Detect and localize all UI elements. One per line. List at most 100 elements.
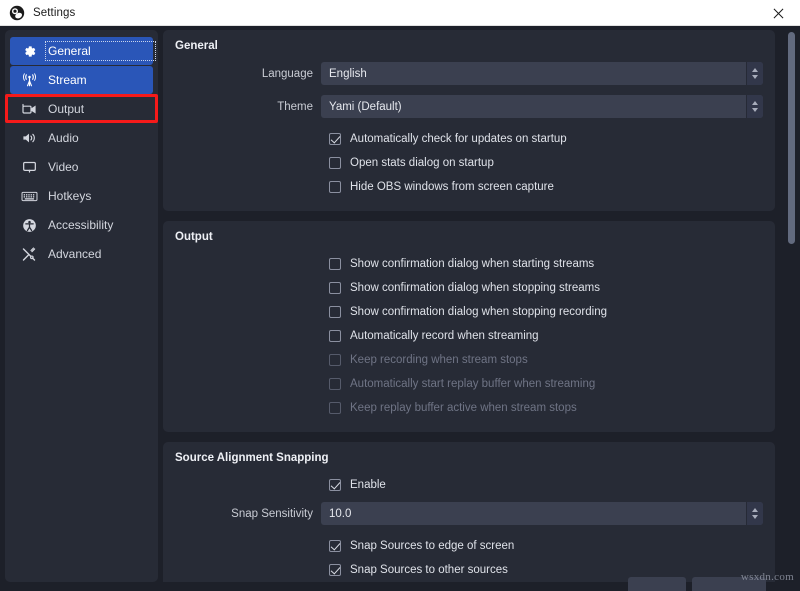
checkbox-label: Show confirmation dialog when starting s… — [350, 258, 595, 270]
title-bar: Settings — [0, 0, 800, 26]
checkbox-hide-obs-windows[interactable] — [329, 181, 341, 193]
broadcast-icon — [19, 71, 39, 89]
checkbox-auto-record-when-streaming[interactable] — [329, 330, 341, 342]
snap-sensitivity-input[interactable]: 10.0 — [321, 502, 763, 525]
sidebar-item-label: Output — [48, 102, 85, 116]
general-section: General Language English Theme Yami (Def… — [163, 30, 775, 211]
checkbox-row[interactable]: Snap Sources to edge of screen — [175, 534, 763, 558]
theme-value: Yami (Default) — [329, 100, 402, 113]
sidebar-item-audio[interactable]: Audio — [10, 124, 153, 152]
sidebar-item-video[interactable]: Video — [10, 153, 153, 181]
scrollbar-thumb[interactable] — [788, 32, 795, 244]
checkbox-row[interactable]: Show confirmation dialog when starting s… — [175, 252, 763, 276]
language-select[interactable]: English — [321, 62, 763, 85]
checkbox-row: Automatically start replay buffer when s… — [175, 372, 763, 396]
source-alignment-snapping-section: Source Alignment Snapping Enable Snap Se… — [163, 442, 775, 582]
checkbox-label: Snap Sources to other sources — [350, 564, 508, 576]
sidebar-item-label: Hotkeys — [48, 189, 92, 203]
checkbox-label: Automatically start replay buffer when s… — [350, 378, 596, 390]
checkbox-snapping-enable[interactable] — [329, 479, 341, 491]
snap-sensitivity-row: Snap Sensitivity 10.0 — [175, 501, 763, 526]
checkbox-row: Keep recording when stream stops — [175, 348, 763, 372]
keyboard-icon — [19, 187, 39, 205]
checkbox-label: Keep recording when stream stops — [350, 354, 528, 366]
chevron-down-icon[interactable] — [752, 75, 758, 79]
checkbox-label: Automatically record when streaming — [350, 330, 539, 342]
sidebar-item-advanced[interactable]: Advanced — [10, 240, 153, 268]
checkbox-keep-recording-when-stream-stops — [329, 354, 341, 366]
checkbox-confirm-stop-recording[interactable] — [329, 306, 341, 318]
checkbox-row[interactable]: Show confirmation dialog when stopping s… — [175, 276, 763, 300]
checkbox-open-stats[interactable] — [329, 157, 341, 169]
checkbox-row[interactable]: Enable — [175, 473, 763, 497]
checkbox-row: Keep replay buffer active when stream st… — [175, 396, 763, 420]
checkbox-row[interactable]: Automatically record when streaming — [175, 324, 763, 348]
snap-sensitivity-label: Snap Sensitivity — [231, 507, 313, 520]
language-row: Language English — [175, 61, 763, 86]
theme-select[interactable]: Yami (Default) — [321, 95, 763, 118]
sidebar-item-label: Accessibility — [48, 218, 114, 232]
checkbox-label: Hide OBS windows from screen capture — [350, 181, 554, 193]
speaker-icon — [19, 129, 39, 147]
checkbox-snap-to-screen-edge[interactable] — [329, 540, 341, 552]
sidebar-item-hotkeys[interactable]: Hotkeys — [10, 182, 153, 210]
language-spinner[interactable] — [746, 62, 763, 85]
theme-row: Theme Yami (Default) — [175, 94, 763, 119]
checkbox-auto-update[interactable] — [329, 133, 341, 145]
sidebar-item-label: General — [45, 41, 156, 61]
sidebar-item-general[interactable]: General — [10, 37, 156, 65]
checkbox-label: Keep replay buffer active when stream st… — [350, 402, 577, 414]
checkbox-confirm-stop-stream[interactable] — [329, 282, 341, 294]
theme-label: Theme — [277, 100, 313, 113]
chevron-up-icon[interactable] — [752, 68, 758, 72]
checkbox-row[interactable]: Hide OBS windows from screen capture — [175, 175, 763, 199]
close-icon[interactable] — [756, 0, 800, 26]
checkbox-label: Show confirmation dialog when stopping r… — [350, 306, 607, 318]
theme-spinner[interactable] — [746, 95, 763, 118]
snap-sensitivity-value: 10.0 — [329, 507, 352, 520]
accessibility-icon — [19, 216, 39, 234]
sidebar-item-label: Video — [48, 160, 79, 174]
output-section-title: Output — [175, 231, 213, 243]
checkbox-snap-to-other-sources[interactable] — [329, 564, 341, 576]
snapping-section-title: Source Alignment Snapping — [175, 452, 329, 464]
chevron-up-icon[interactable] — [752, 508, 758, 512]
sidebar-item-stream[interactable]: Stream — [10, 66, 153, 94]
watermark: wsxdn.com — [740, 571, 794, 583]
tools-icon — [19, 245, 39, 263]
settings-scroll-pane[interactable]: General Language English Theme Yami (Def… — [163, 30, 775, 582]
chevron-down-icon[interactable] — [752, 108, 758, 112]
sidebar-item-output[interactable]: Output — [10, 95, 153, 123]
checkbox-row[interactable]: Show confirmation dialog when stopping r… — [175, 300, 763, 324]
dialog-button-left[interactable] — [628, 577, 686, 591]
settings-sidebar: General Stream Output Audio Video Hotkey… — [5, 30, 158, 582]
monitor-icon — [19, 158, 39, 176]
window-title: Settings — [33, 6, 76, 19]
checkbox-row[interactable]: Automatically check for updates on start… — [175, 127, 763, 151]
language-value: English — [329, 67, 367, 80]
sidebar-item-label: Stream — [48, 73, 87, 87]
chevron-up-icon[interactable] — [752, 101, 758, 105]
obs-logo-icon — [9, 5, 25, 21]
checkbox-label: Snap Sources to edge of screen — [350, 540, 515, 552]
checkbox-label: Open stats dialog on startup — [350, 157, 494, 169]
snap-sensitivity-spinner[interactable] — [746, 502, 763, 525]
vertical-scrollbar[interactable] — [787, 30, 796, 582]
checkbox-confirm-start-stream[interactable] — [329, 258, 341, 270]
sidebar-item-label: Audio — [48, 131, 79, 145]
checkbox-auto-start-replay-buffer — [329, 378, 341, 390]
settings-body: General Stream Output Audio Video Hotkey… — [0, 26, 800, 591]
general-section-title: General — [175, 40, 218, 52]
sidebar-item-accessibility[interactable]: Accessibility — [10, 211, 153, 239]
chevron-down-icon[interactable] — [752, 515, 758, 519]
checkbox-row[interactable]: Open stats dialog on startup — [175, 151, 763, 175]
checkbox-label: Automatically check for updates on start… — [350, 133, 567, 145]
sidebar-item-label: Advanced — [48, 247, 102, 261]
output-section: Output Show confirmation dialog when sta… — [163, 221, 775, 432]
video-output-icon — [19, 100, 39, 118]
checkbox-label: Show confirmation dialog when stopping s… — [350, 282, 600, 294]
checkbox-label: Enable — [350, 479, 386, 491]
language-label: Language — [261, 67, 313, 80]
checkbox-keep-replay-buffer-active — [329, 402, 341, 414]
settings-window: Settings General Stream Output Audio Vid… — [0, 0, 800, 591]
